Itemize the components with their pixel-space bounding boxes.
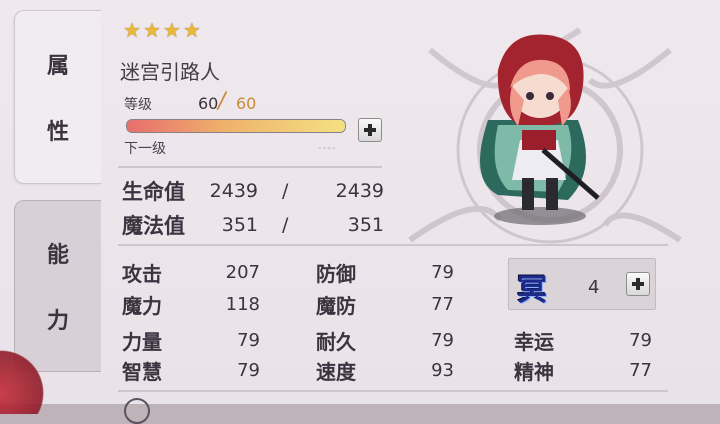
star-icon: ★ — [123, 18, 141, 42]
stat-mdef-value: 77 — [431, 294, 454, 315]
exp-bar — [126, 119, 346, 133]
rarity-stars: ★ ★ ★ ★ — [123, 20, 201, 40]
stat-def-value: 79 — [431, 262, 454, 283]
level-up-button[interactable] — [358, 118, 382, 142]
character-name: 迷宫引路人 — [120, 60, 220, 84]
stat-str-value: 79 — [237, 330, 260, 351]
stat-def-label: 防御 — [316, 262, 356, 286]
tab-attributes-char-1: 属 — [46, 54, 69, 79]
hp-current: 2439 — [209, 180, 258, 202]
divider — [118, 166, 382, 168]
tab-attributes[interactable]: 属 性 — [14, 10, 101, 184]
stat-end-value: 79 — [431, 330, 454, 351]
stat-atk-label: 攻击 — [122, 262, 162, 286]
stat-spirit-value: 77 — [629, 360, 652, 381]
stat-end-label: 耐久 — [316, 330, 356, 354]
next-level-value: ---- — [318, 143, 337, 154]
divider — [118, 244, 668, 246]
star-icon: ★ — [142, 18, 161, 42]
tab-abilities-char-2: 力 — [46, 309, 69, 334]
stat-spirit-label: 精神 — [514, 360, 554, 384]
level-max: 60 — [236, 94, 257, 113]
plus-icon — [364, 124, 376, 136]
stat-matk-label: 魔力 — [122, 294, 162, 318]
hp-slash: / — [282, 180, 289, 202]
character-portrait — [480, 34, 600, 225]
mp-current: 351 — [221, 214, 258, 236]
level-label: 等级 — [124, 97, 152, 113]
stat-int-label: 智慧 — [122, 360, 162, 384]
tab-attributes-char-2: 性 — [46, 120, 69, 145]
stat-matk-value: 118 — [225, 294, 260, 315]
stat-atk-value: 207 — [225, 262, 260, 283]
divider — [118, 390, 668, 392]
hp-label: 生命值 — [122, 180, 185, 204]
stat-spd-label: 速度 — [316, 360, 356, 384]
exp-bar-fill — [127, 120, 345, 132]
star-icon: ★ — [182, 18, 201, 42]
element-glyph: 冥 — [517, 273, 547, 308]
stat-spd-value: 93 — [431, 360, 454, 381]
mp-slash: / — [282, 214, 289, 236]
hp-max: 2439 — [335, 180, 384, 202]
stat-luck-value: 79 — [629, 330, 652, 351]
element-plus-button[interactable] — [626, 272, 650, 296]
mp-max: 351 — [347, 214, 384, 236]
stat-str-label: 力量 — [122, 330, 162, 354]
level-current: 60 — [198, 94, 219, 113]
mp-label: 魔法值 — [122, 214, 185, 238]
level-slash: / — [218, 89, 226, 114]
next-level-label: 下一级 — [124, 141, 166, 157]
page-indicator-icon — [124, 398, 150, 424]
star-icon: ★ — [162, 18, 181, 42]
stat-luck-label: 幸运 — [514, 330, 554, 354]
plus-icon — [632, 278, 644, 290]
stat-int-value: 79 — [237, 360, 260, 381]
stat-mdef-label: 魔防 — [316, 294, 356, 318]
element-value: 4 — [588, 277, 600, 298]
tab-abilities-char-1: 能 — [46, 243, 69, 268]
